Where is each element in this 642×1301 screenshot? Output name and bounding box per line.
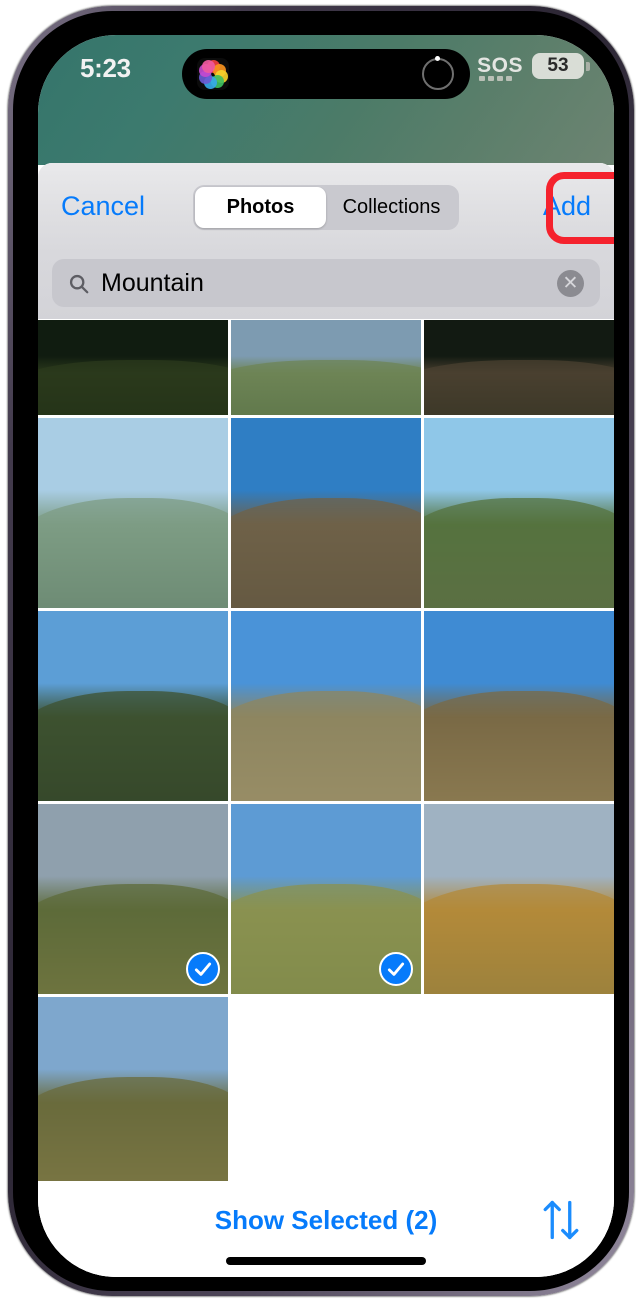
photo-terrain-detail [424, 690, 614, 801]
photo-terrain-detail [231, 497, 421, 608]
photo-thumbnail[interactable] [424, 804, 614, 994]
photo-picker-sheet: Cancel Photos Collections Add Mountain ✕… [38, 163, 614, 1277]
photo-thumbnail[interactable] [424, 418, 614, 608]
navigation-bar: Cancel Photos Collections Add [38, 163, 614, 253]
photo-thumbnail[interactable] [231, 418, 421, 608]
photo-thumbnail[interactable] [38, 320, 228, 415]
photo-thumbnail[interactable] [231, 611, 421, 801]
battery-icon: 53 [532, 53, 590, 79]
photo-terrain-detail [38, 690, 228, 801]
cellular-signal-icon [479, 76, 513, 81]
photo-thumbnail[interactable] [424, 611, 614, 801]
photos-app-icon[interactable] [197, 58, 229, 90]
photo-terrain-detail [231, 359, 421, 415]
photo-terrain-detail [424, 359, 614, 415]
search-icon [69, 274, 89, 293]
photo-selected-checkmark-icon[interactable] [379, 952, 413, 986]
tab-photos[interactable]: Photos [195, 187, 326, 228]
photo-terrain-detail [38, 1076, 228, 1187]
photo-thumbnail[interactable] [231, 804, 421, 994]
sos-label: SOS [477, 54, 523, 77]
clear-search-icon[interactable]: ✕ [557, 269, 584, 297]
photo-terrain-detail [424, 883, 614, 994]
battery-cap [586, 62, 590, 71]
device-bezel: 5:23 SOS 53 Cancel Photos Collections Ad… [13, 11, 629, 1291]
segmented-control[interactable]: Photos Collections [193, 185, 459, 230]
search-input-value: Mountain [101, 268, 204, 297]
photo-grid[interactable] [38, 320, 614, 1187]
photo-terrain-detail [424, 497, 614, 608]
photo-thumbnail[interactable] [38, 997, 228, 1187]
photo-terrain-detail [38, 497, 228, 608]
search-input[interactable]: Mountain ✕ [52, 259, 600, 307]
battery-level-label: 53 [547, 55, 569, 76]
photo-selected-checkmark-icon[interactable] [186, 952, 220, 986]
show-selected-button[interactable]: Show Selected (2) [38, 1205, 614, 1236]
status-time: 5:23 [80, 53, 131, 83]
photo-thumbnail[interactable] [38, 418, 228, 608]
photo-terrain-detail [38, 359, 228, 415]
sort-arrows-icon[interactable] [540, 1197, 582, 1243]
tab-collections[interactable]: Collections [326, 187, 457, 228]
search-bar: Mountain ✕ [38, 253, 614, 319]
progress-ring-icon [422, 55, 454, 90]
status-indicators: SOS 53 [477, 53, 590, 81]
home-indicator [226, 1257, 426, 1265]
add-button[interactable]: Add [543, 191, 591, 222]
dynamic-island[interactable] [182, 49, 470, 99]
photo-thumbnail[interactable] [38, 611, 228, 801]
sos-indicator: SOS [477, 54, 523, 81]
cancel-button[interactable]: Cancel [61, 191, 145, 222]
photo-thumbnail[interactable] [231, 320, 421, 415]
phone-screen: 5:23 SOS 53 Cancel Photos Collections Ad… [38, 35, 614, 1277]
photo-thumbnail[interactable] [38, 804, 228, 994]
device-frame: 5:23 SOS 53 Cancel Photos Collections Ad… [8, 6, 634, 1296]
photo-thumbnail[interactable] [424, 320, 614, 415]
photo-terrain-detail [231, 690, 421, 801]
